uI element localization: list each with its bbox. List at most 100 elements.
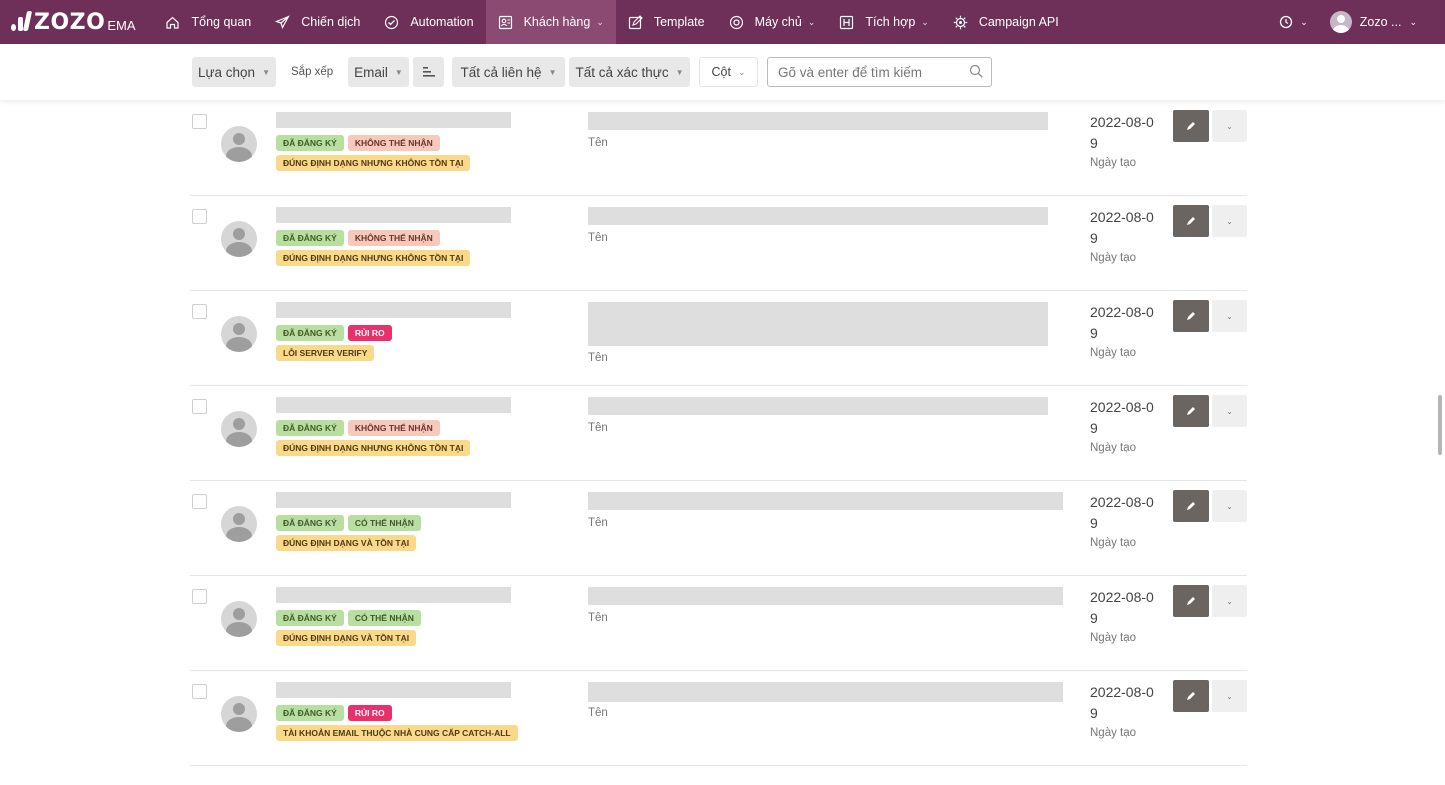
contact-tags: Đã đăng ký Có thể nhận Đúng định dạng và t… <box>276 515 421 555</box>
history-button[interactable]: ⌄ <box>1279 15 1308 29</box>
verify-status-badge: Đúng định dạng nhưng không tồn tại <box>276 155 471 171</box>
chevron-down-icon: ⌄ <box>737 66 746 77</box>
caret-down-icon: ▼ <box>675 67 684 77</box>
automation-icon <box>384 15 399 30</box>
edit-button[interactable] <box>1173 395 1209 427</box>
pencil-icon <box>1187 217 1195 225</box>
edit-button[interactable] <box>1173 205 1209 237</box>
columns-label: Cột <box>711 65 731 79</box>
row-checkbox[interactable] <box>192 114 207 129</box>
columns-dropdown[interactable]: Cột ⌄ <box>699 57 758 87</box>
edit-button[interactable] <box>1173 490 1209 522</box>
nav-item-chien-dich[interactable]: Chiến dịch <box>263 0 372 44</box>
row-checkbox[interactable] <box>192 304 207 319</box>
paper-plane-icon <box>275 14 291 30</box>
nav-item-automation[interactable]: Automation <box>372 0 485 44</box>
verify-status-badge: Đúng định dạng nhưng không tồn tại <box>276 250 471 266</box>
edit-button[interactable] <box>1173 585 1209 617</box>
status-badge: Có thể nhận <box>347 610 421 626</box>
chevron-down-icon: ⌄ <box>921 16 929 27</box>
contact-email-redacted <box>588 492 1063 510</box>
brand-logo[interactable]: ZOZO EMA <box>10 10 135 35</box>
status-badge: Có thể nhận <box>347 515 421 531</box>
contact-avatar <box>221 696 257 732</box>
chevron-down-icon: ⌄ <box>1226 501 1233 511</box>
chevron-down-icon: ⌄ <box>1226 406 1233 416</box>
contact-name-redacted <box>276 587 511 603</box>
api-gear-icon <box>953 15 968 30</box>
contact-avatar <box>221 126 257 162</box>
pencil-icon <box>1187 122 1195 130</box>
contact-row: Đã đăng ký Rủi ro Lỗi server verify Tên 2022… <box>190 290 1247 386</box>
chevron-down-icon: ⌄ <box>1226 691 1233 701</box>
nav-item-may-chu[interactable]: Máy chủ ⌄ <box>717 0 828 44</box>
caret-down-icon: ▼ <box>548 67 557 77</box>
pencil-icon <box>1187 692 1195 700</box>
row-checkbox[interactable] <box>192 684 207 699</box>
home-icon <box>165 15 180 30</box>
contacts-icon <box>498 15 513 30</box>
status-badge: Đã đăng ký <box>276 325 344 341</box>
sort-order-icon <box>422 67 435 77</box>
created-date: 2022-08-09 <box>1090 209 1154 246</box>
contact-email-redacted <box>588 397 1048 415</box>
row-more-button[interactable]: ⌄ <box>1212 205 1247 237</box>
contact-row: Đã đăng ký Không thể nhận Đúng định dạng n… <box>190 385 1247 481</box>
row-checkbox[interactable] <box>192 399 207 414</box>
row-more-button[interactable]: ⌄ <box>1212 585 1247 617</box>
contact-name-redacted <box>276 112 511 128</box>
sort-order-button[interactable] <box>413 57 444 87</box>
contact-tags: Đã đăng ký Không thể nhận Đúng định dạng n… <box>276 230 471 270</box>
row-more-button[interactable]: ⌄ <box>1212 110 1247 142</box>
name-field-label: Tên <box>588 232 608 244</box>
row-checkbox[interactable] <box>192 589 207 604</box>
chevron-down-icon: ⌄ <box>807 16 816 27</box>
sort-field-label: Email <box>354 64 388 80</box>
chevron-down-icon: ⌄ <box>1226 311 1233 321</box>
brand-suffix: EMA <box>107 18 136 33</box>
pencil-icon <box>1187 597 1195 605</box>
created-date-label: Ngày tạo <box>1090 727 1137 739</box>
name-field-label: Tên <box>588 352 608 364</box>
edit-button[interactable] <box>1173 110 1209 142</box>
nav-item-khach-hang[interactable]: Khách hàng ⌄ <box>485 0 616 44</box>
row-checkbox[interactable] <box>192 494 207 509</box>
selection-label: Lựa chọn <box>197 64 256 80</box>
nav-item-template[interactable]: Template <box>616 0 717 44</box>
status-badge: Không thể nhận <box>347 230 440 246</box>
created-date-label: Ngày tạo <box>1090 347 1137 359</box>
selection-dropdown[interactable]: Lựa chọn ▼ <box>192 57 276 87</box>
row-checkbox[interactable] <box>192 209 207 224</box>
sort-field-dropdown[interactable]: Email ▼ <box>348 57 409 87</box>
row-more-button[interactable]: ⌄ <box>1212 680 1247 712</box>
nav-item-tong-quan[interactable]: Tổng quan <box>153 0 263 44</box>
row-more-button[interactable]: ⌄ <box>1212 490 1247 522</box>
nav-item-campaign-api[interactable]: Campaign API <box>941 0 1071 44</box>
nav-item-label: Automation <box>410 15 474 29</box>
user-menu[interactable]: Zozo ... ⌄ <box>1329 11 1417 33</box>
nav-item-tich-hop[interactable]: Tích hợp ⌄ <box>827 0 940 44</box>
contacts-filter-dropdown[interactable]: Tất cả liên hệ ▼ <box>452 57 565 87</box>
contact-tags: Đã đăng ký Không thể nhận Đúng định dạng n… <box>276 135 471 175</box>
name-field-label: Tên <box>588 707 608 719</box>
contact-tags: Đã đăng ký Rủi ro Lỗi server verify <box>276 325 392 365</box>
row-more-button[interactable]: ⌄ <box>1212 395 1247 427</box>
contact-row: Đã đăng ký Có thể nhận Đúng định dạng và t… <box>190 480 1247 576</box>
contact-avatar <box>221 601 257 637</box>
contact-email-redacted <box>588 587 1063 605</box>
user-avatar <box>1329 11 1352 33</box>
contact-tags: Đã đăng ký Không thể nhận Đúng định dạng n… <box>276 420 471 460</box>
created-date: 2022-08-09 <box>1090 494 1154 531</box>
status-badge: Rủi ro <box>347 325 392 341</box>
verify-status-badge: Đúng định dạng và tồn tại <box>276 630 417 646</box>
verify-filter-dropdown[interactable]: Tất cả xác thực ▼ <box>569 57 690 87</box>
search-icon[interactable] <box>969 64 984 84</box>
contact-name-redacted <box>276 302 511 318</box>
contact-name-redacted <box>276 682 511 698</box>
edit-button[interactable] <box>1173 680 1209 712</box>
search-input[interactable] <box>768 58 978 86</box>
status-badge: Đã đăng ký <box>276 515 344 531</box>
row-more-button[interactable]: ⌄ <box>1212 300 1247 332</box>
scrollbar-thumb[interactable] <box>1438 395 1442 455</box>
edit-button[interactable] <box>1173 300 1209 332</box>
